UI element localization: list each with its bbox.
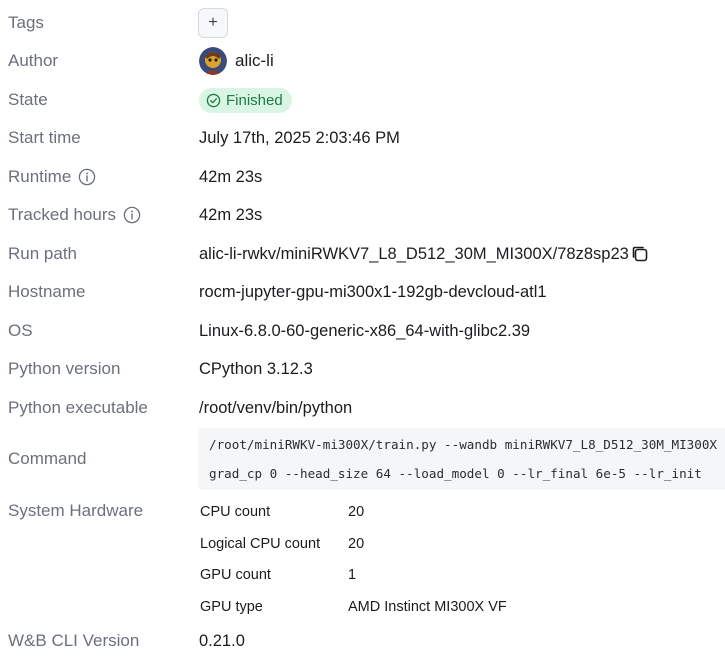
author-label: Author: [8, 51, 59, 70]
row-tags: Tags +: [0, 7, 725, 39]
hw-key-gpu-type: GPU type: [200, 599, 263, 615]
hw-value-logical-cpu-count: 20: [348, 536, 365, 552]
hostname-label: Hostname: [8, 282, 86, 301]
info-icon[interactable]: [78, 168, 96, 186]
copy-icon[interactable]: [631, 245, 649, 263]
status-text: Finished: [226, 91, 283, 109]
command-line-2: grad_cp 0 --head_size 64 --load_model 0 …: [209, 466, 702, 481]
tags-value: +: [198, 8, 228, 38]
row-state: State Finished: [0, 85, 725, 115]
system-hardware-label: System Hardware: [8, 501, 144, 520]
start-time-label: Start time: [8, 128, 81, 147]
avatar[interactable]: [199, 47, 227, 75]
command-label: Command: [8, 449, 87, 468]
plus-icon: +: [208, 14, 218, 31]
start-time-value: July 17th, 2025 2:03:46 PM: [199, 128, 400, 147]
table-row: GPU type AMD Instinct MI300X VF: [199, 595, 699, 619]
tracked-hours-label: Tracked hours: [8, 205, 141, 225]
python-executable-value: /root/venv/bin/python: [199, 398, 353, 417]
hw-key-logical-cpu-count: Logical CPU count: [200, 536, 321, 552]
command-code-block[interactable]: /root/miniRWKV-mi300X/train.py --wandb m…: [198, 428, 725, 490]
state-value: Finished: [199, 87, 292, 113]
python-executable-label: Python executable: [8, 398, 148, 417]
runtime-label: Runtime: [8, 167, 96, 187]
status-badge: Finished: [199, 87, 292, 113]
row-author: Author alic-li: [0, 46, 725, 76]
tags-label: Tags: [8, 13, 44, 32]
python-version-label: Python version: [8, 359, 121, 378]
row-cli-version: W&B CLI Version 0.21.0: [0, 626, 725, 656]
hostname-value: rocm-jupyter-gpu-mi300x1-192gb-devcloud-…: [199, 282, 547, 301]
run-path-text: alic-li-rwkv/miniRWKV7_L8_D512_30M_MI300…: [199, 244, 629, 263]
row-python-executable: Python executable /root/venv/bin/python: [0, 393, 725, 423]
row-hostname: Hostname rocm-jupyter-gpu-mi300x1-192gb-…: [0, 277, 725, 307]
run-path-value: alic-li-rwkv/miniRWKV7_L8_D512_30M_MI300…: [199, 245, 649, 264]
hw-key-cpu-count: CPU count: [200, 504, 271, 520]
command-line-1: /root/miniRWKV-mi300X/train.py --wandb m…: [209, 437, 717, 452]
python-version-value: CPython 3.12.3: [199, 359, 313, 378]
run-path-label: Run path: [8, 244, 77, 263]
hw-value-gpu-type: AMD Instinct MI300X VF: [348, 599, 507, 615]
table-row: Logical CPU count 20: [199, 532, 699, 556]
table-row: CPU count 20: [199, 500, 699, 524]
hw-value-gpu-count: 1: [348, 567, 357, 583]
runtime-value: 42m 23s: [199, 167, 263, 186]
row-run-path: Run path alic-li-rwkv/miniRWKV7_L8_D512_…: [0, 239, 725, 269]
runtime-label-text: Runtime: [8, 167, 72, 186]
row-start-time: Start time July 17th, 2025 2:03:46 PM: [0, 123, 725, 153]
tracked-hours-value: 42m 23s: [199, 205, 263, 224]
hw-key-gpu-count: GPU count: [200, 567, 271, 583]
cli-version-value: 0.21.0: [199, 631, 245, 650]
os-value: Linux-6.8.0-60-generic-x86_64-with-glibc…: [199, 321, 531, 340]
author-name-link[interactable]: alic-li: [235, 51, 274, 71]
tracked-hours-label-text: Tracked hours: [8, 205, 117, 224]
state-label: State: [8, 90, 48, 109]
info-icon[interactable]: [123, 206, 141, 224]
row-os: OS Linux-6.8.0-60-generic-x86_64-with-gl…: [0, 316, 725, 346]
os-label: OS: [8, 321, 33, 340]
hw-value-cpu-count: 20: [348, 504, 365, 520]
row-python-version: Python version CPython 3.12.3: [0, 354, 725, 384]
check-circle-icon: [206, 93, 221, 107]
add-tag-button[interactable]: +: [198, 8, 228, 38]
cli-version-label: W&B CLI Version: [8, 631, 140, 650]
table-row: GPU count 1: [199, 563, 699, 587]
row-tracked-hours: Tracked hours 42m 23s: [0, 200, 725, 230]
author-value: alic-li: [199, 47, 274, 75]
row-runtime: Runtime 42m 23s: [0, 162, 725, 192]
